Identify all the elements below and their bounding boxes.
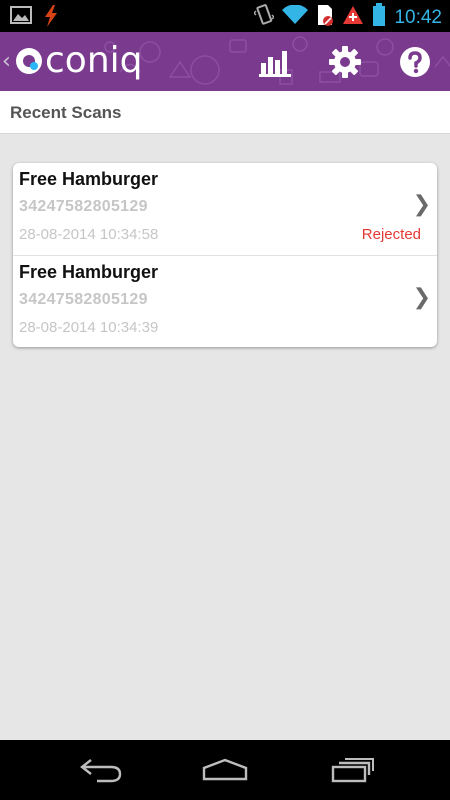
app-screen: 10:42 ‹ coniq Recent Scans Free Hamburge… <box>0 0 450 800</box>
logo-text: coniq <box>45 40 143 81</box>
section-header: Recent Scans <box>0 91 450 134</box>
scan-offer-name: Free Hamburger <box>19 169 159 189</box>
help-button[interactable] <box>395 42 435 82</box>
battery-icon <box>372 3 386 32</box>
scan-code: 34247582805129 <box>19 291 148 308</box>
scan-list-item[interactable]: Free Hamburger 34247582805129 28-08-2014… <box>13 255 437 348</box>
chevron-right-icon: ❯ <box>412 285 431 310</box>
gallery-icon <box>10 5 32 32</box>
system-nav-bar <box>0 740 450 800</box>
status-bar: 10:42 <box>0 0 450 32</box>
settings-button[interactable] <box>325 42 365 82</box>
recent-scans-title: Recent Scans <box>10 103 122 122</box>
logo-mark-icon <box>16 48 42 74</box>
nav-recents-button[interactable] <box>326 755 378 785</box>
back-icon <box>80 759 122 783</box>
sim-blocked-icon <box>316 3 334 32</box>
wifi-icon <box>282 4 309 30</box>
nav-back-button[interactable] <box>74 755 126 785</box>
recent-apps-icon <box>331 758 374 783</box>
scan-list-item[interactable]: Free Hamburger 34247582805129 28-08-2014… <box>13 163 437 255</box>
vibrate-icon <box>253 3 276 32</box>
nav-home-button[interactable] <box>199 755 251 785</box>
app-header: ‹ coniq <box>0 32 450 91</box>
home-icon <box>202 758 248 781</box>
scan-offer-name: Free Hamburger <box>19 262 159 282</box>
scan-status-rejected: Rejected <box>361 226 421 243</box>
back-chevron-icon[interactable]: ‹ <box>2 49 11 74</box>
recent-scans-list: Free Hamburger 34247582805129 28-08-2014… <box>13 163 437 347</box>
status-time: 10:42 <box>394 6 442 28</box>
alert-icon <box>342 5 364 30</box>
scan-code: 34247582805129 <box>19 198 148 215</box>
help-icon <box>400 47 430 77</box>
settings-gear-icon <box>329 46 361 78</box>
stats-icon <box>259 51 291 77</box>
flash-icon <box>44 5 58 32</box>
scan-datetime: 28-08-2014 10:34:58 <box>19 226 159 243</box>
scan-datetime: 28-08-2014 10:34:39 <box>19 319 159 336</box>
coniq-logo: coniq <box>14 42 143 80</box>
chevron-right-icon: ❯ <box>412 192 431 217</box>
stats-button[interactable] <box>255 42 295 82</box>
